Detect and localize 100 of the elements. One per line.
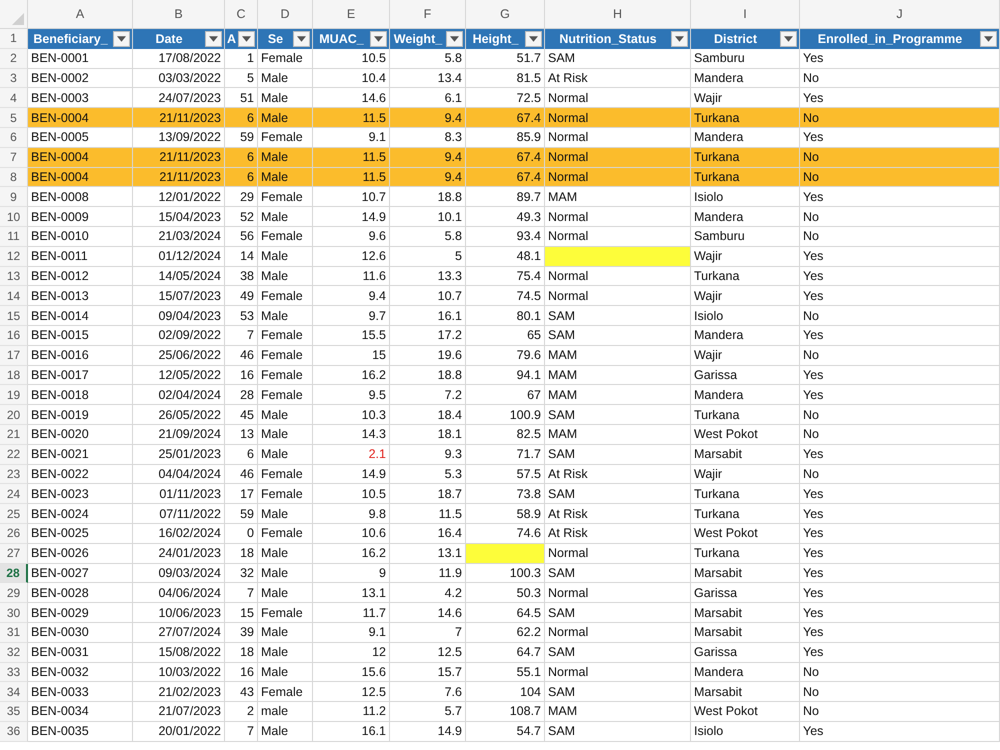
- table-cell: 16.2: [313, 366, 390, 386]
- row-number[interactable]: 29: [0, 583, 28, 604]
- table-cell: 18: [225, 642, 258, 662]
- table-cell: BEN-0035: [28, 722, 133, 742]
- row-number[interactable]: 13: [0, 266, 28, 286]
- row-number[interactable]: 12: [0, 246, 28, 267]
- table-cell: BEN-0025: [28, 524, 133, 544]
- row-number[interactable]: 22: [0, 444, 28, 465]
- table-cell: 14.9: [313, 207, 390, 227]
- table-cell: 17.2: [390, 326, 466, 346]
- row-number[interactable]: 15: [0, 306, 28, 326]
- table-cell: 10.5: [313, 484, 390, 504]
- table-cell: 14.9: [390, 722, 466, 742]
- filter-dropdown-button[interactable]: [525, 30, 542, 47]
- row-number[interactable]: 35: [0, 702, 28, 722]
- row-number[interactable]: 25: [0, 504, 28, 524]
- row-number[interactable]: 24: [0, 484, 28, 504]
- row-number[interactable]: 26: [0, 524, 28, 544]
- row-number[interactable]: 21: [0, 424, 28, 445]
- table-cell: Female: [258, 524, 313, 544]
- row-number[interactable]: 1: [0, 29, 28, 49]
- table-cell: Male: [258, 722, 313, 742]
- table-cell: MAM: [545, 385, 691, 406]
- row-number[interactable]: 18: [0, 366, 28, 386]
- row-number[interactable]: 3: [0, 68, 28, 88]
- row-number[interactable]: 9: [0, 187, 28, 208]
- table-cell: 21/09/2024: [133, 424, 225, 445]
- table-cell: Yes: [800, 366, 1000, 386]
- row-number[interactable]: 2: [0, 48, 28, 69]
- table-cell: 15: [225, 603, 258, 623]
- row-number[interactable]: 23: [0, 464, 28, 484]
- row-number[interactable]: 7: [0, 148, 28, 168]
- table-cell: 01/11/2023: [133, 484, 225, 504]
- row-number[interactable]: 6: [0, 128, 28, 148]
- table-cell: BEN-0016: [28, 346, 133, 366]
- row-number[interactable]: 33: [0, 662, 28, 682]
- table-cell: Isiolo: [691, 187, 800, 208]
- row-number[interactable]: 10: [0, 207, 28, 227]
- caret-icon: [209, 36, 218, 42]
- table-cell: Marsabit: [691, 444, 800, 465]
- table-cell: 12.6: [313, 246, 390, 267]
- table-cell: No: [800, 405, 1000, 425]
- table-cell: SAM: [545, 642, 691, 662]
- caret-icon: [297, 36, 306, 42]
- table-cell: BEN-0017: [28, 366, 133, 386]
- table-cell: 7: [225, 326, 258, 346]
- filter-dropdown-button[interactable]: [671, 30, 688, 47]
- table-cell: 7: [225, 583, 258, 604]
- table-cell: 28: [225, 385, 258, 406]
- caret-icon: [675, 36, 684, 42]
- row-number[interactable]: 17: [0, 346, 28, 366]
- row-number[interactable]: 32: [0, 642, 28, 662]
- filter-dropdown-button[interactable]: [446, 30, 463, 47]
- table-cell: 11.5: [313, 168, 390, 188]
- table-cell: 02/04/2024: [133, 385, 225, 406]
- column-header: MUAC_: [318, 32, 365, 46]
- table-cell: 24/01/2023: [133, 544, 225, 564]
- filter-dropdown-button[interactable]: [205, 30, 222, 47]
- row-number[interactable]: 5: [0, 108, 28, 128]
- row-number[interactable]: 31: [0, 622, 28, 643]
- row-number[interactable]: 4: [0, 88, 28, 108]
- table-cell: No: [800, 702, 1000, 722]
- filter-dropdown-button[interactable]: [370, 30, 387, 47]
- table-cell: 0: [225, 524, 258, 544]
- row-number[interactable]: 11: [0, 226, 28, 247]
- row-number[interactable]: 27: [0, 544, 28, 564]
- table-cell: Normal: [545, 583, 691, 604]
- table-cell: 9.7: [313, 306, 390, 326]
- row-number[interactable]: 16: [0, 326, 28, 346]
- row-number[interactable]: 19: [0, 385, 28, 406]
- table-cell: BEN-0034: [28, 702, 133, 722]
- row-number[interactable]: 28: [0, 564, 28, 584]
- table-cell: 5.3: [390, 464, 466, 484]
- table-cell: BEN-0013: [28, 286, 133, 306]
- table-cell: 81.5: [466, 68, 545, 88]
- row-number[interactable]: 36: [0, 722, 28, 742]
- table-cell: BEN-0002: [28, 68, 133, 88]
- row-number[interactable]: 30: [0, 603, 28, 623]
- table-cell: 07/11/2022: [133, 504, 225, 524]
- table-cell: Normal: [545, 662, 691, 682]
- row-number[interactable]: 34: [0, 682, 28, 702]
- filter-dropdown-button[interactable]: [780, 30, 797, 47]
- table-cell: West Pokot: [691, 702, 800, 722]
- table-cell: No: [800, 464, 1000, 484]
- row-number[interactable]: 14: [0, 286, 28, 306]
- filter-dropdown-button[interactable]: [238, 30, 256, 47]
- table-cell: Normal: [545, 108, 691, 128]
- filter-dropdown-button[interactable]: [980, 30, 997, 47]
- table-cell: 71.7: [466, 444, 545, 465]
- row-number[interactable]: 8: [0, 168, 28, 188]
- table-cell: 17/08/2022: [133, 48, 225, 69]
- row-number[interactable]: 20: [0, 405, 28, 425]
- table-cell: 12.5: [390, 642, 466, 662]
- filter-dropdown-button[interactable]: [293, 30, 310, 47]
- table-cell: 04/06/2024: [133, 583, 225, 604]
- table-cell: SAM: [545, 306, 691, 326]
- table-cell: 02/09/2022: [133, 326, 225, 346]
- table-cell: Yes: [800, 326, 1000, 346]
- table-cell: 93.4: [466, 226, 545, 247]
- filter-dropdown-button[interactable]: [113, 30, 130, 47]
